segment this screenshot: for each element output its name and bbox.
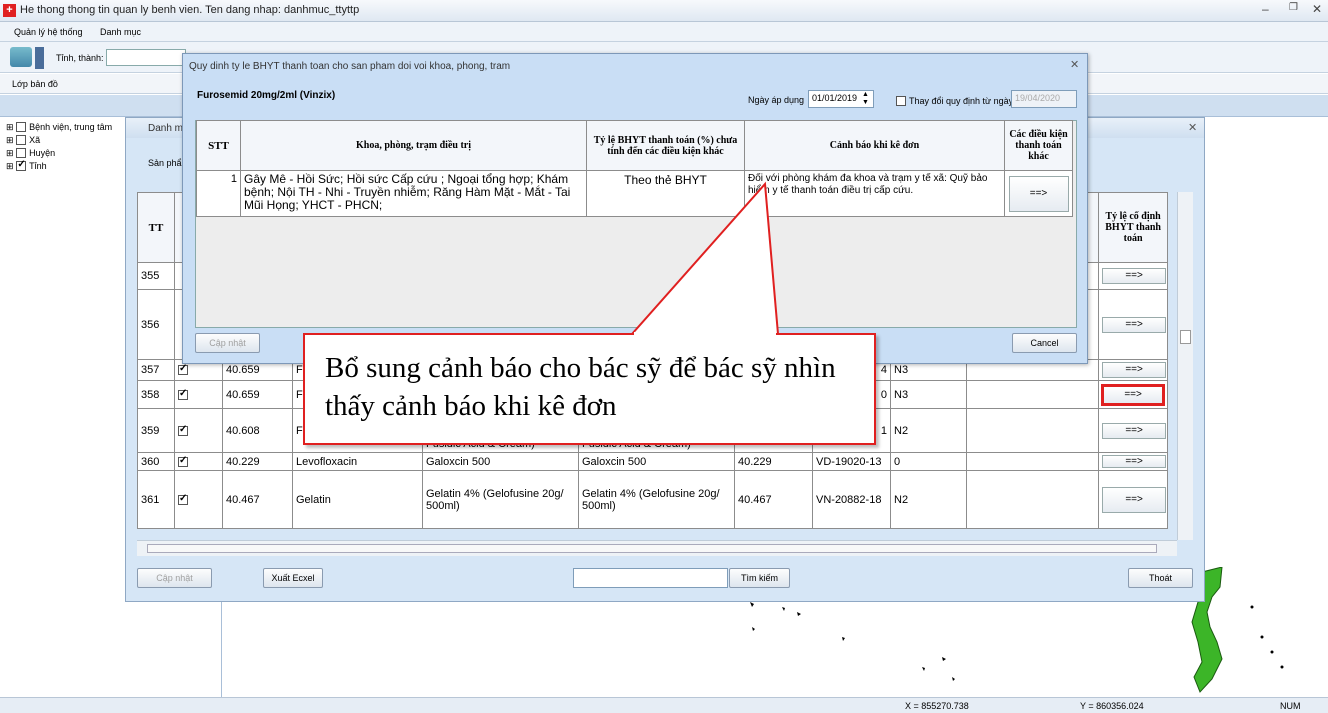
callout-pointer-mask — [634, 332, 776, 336]
callout-text: Bổ sung cảnh báo cho bác sỹ để bác sỹ nh… — [325, 352, 836, 422]
callout-box: Bổ sung cảnh báo cho bác sỹ để bác sỹ nh… — [303, 333, 876, 445]
